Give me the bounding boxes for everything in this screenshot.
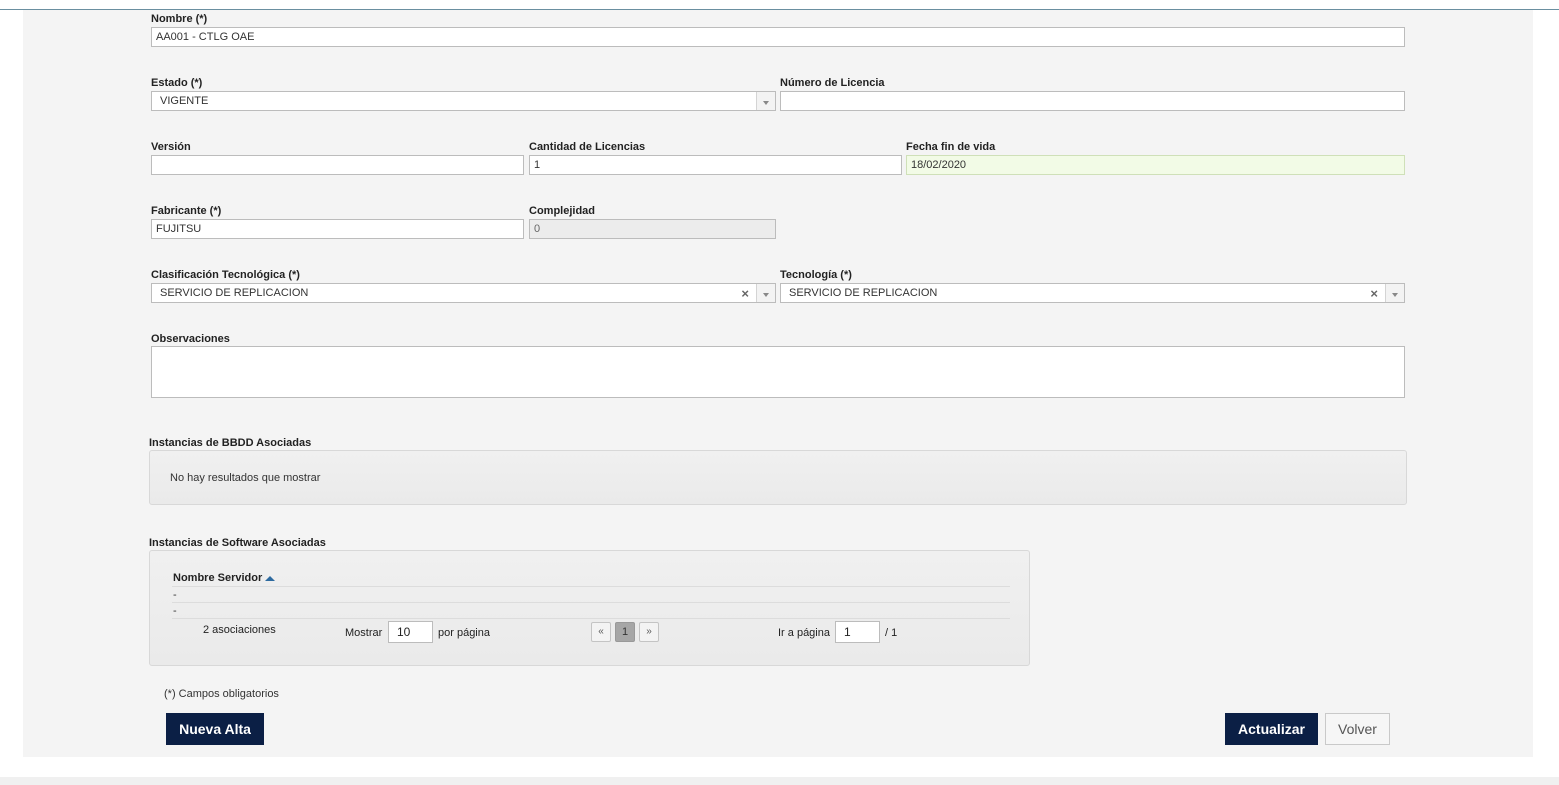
nombre-label: Nombre (*): [151, 13, 208, 25]
column-header-label: Nombre Servidor: [173, 572, 263, 584]
association-count: 2 asociaciones: [203, 624, 276, 636]
clasificacion-label: Clasificación Tecnológica (*): [151, 269, 300, 281]
goto-page-label: Ir a página: [778, 627, 830, 639]
per-page-input[interactable]: [388, 621, 433, 643]
fabricante-input[interactable]: [151, 219, 524, 239]
page-footer-bar: [0, 777, 1559, 785]
fabricante-label: Fabricante (*): [151, 205, 222, 217]
clasificacion-selected-value: SERVICIO DE REPLICACION: [160, 287, 309, 299]
required-fields-note: (*) Campos obligatorios: [164, 688, 279, 700]
cantidad-licencias-label: Cantidad de Licencias: [529, 141, 646, 153]
numero-licencia-input[interactable]: [780, 91, 1405, 111]
version-label: Versión: [151, 141, 191, 153]
table-row: -: [173, 605, 177, 617]
cantidad-licencias-input[interactable]: [529, 155, 902, 175]
sort-asc-icon: [265, 575, 276, 581]
complejidad-input: [529, 219, 776, 239]
chevron-down-icon[interactable]: [1385, 284, 1404, 302]
nombre-input[interactable]: [151, 27, 1405, 47]
show-label: Mostrar: [345, 627, 383, 639]
observaciones-label: Observaciones: [151, 333, 230, 345]
total-pages: / 1: [885, 627, 898, 639]
estado-selected-value: VIGENTE: [160, 95, 209, 107]
tecnologia-select[interactable]: SERVICIO DE REPLICACION ×: [780, 283, 1405, 303]
prev-page-button[interactable]: «: [591, 622, 611, 642]
fecha-fin-vida-label: Fecha fin de vida: [906, 141, 996, 153]
tecnologia-label: Tecnología (*): [780, 269, 852, 281]
estado-label: Estado (*): [151, 77, 203, 89]
software-results-box: Nombre Servidor - - 2 asociaciones Mostr…: [149, 550, 1030, 666]
row-divider: [172, 618, 1010, 619]
numero-licencia-label: Número de Licencia: [780, 77, 885, 89]
chevron-down-icon[interactable]: [756, 284, 775, 302]
table-row: -: [173, 589, 177, 601]
clasificacion-select[interactable]: SERVICIO DE REPLICACION ×: [151, 283, 776, 303]
row-divider: [172, 586, 1010, 587]
volver-button[interactable]: Volver: [1325, 713, 1390, 745]
estado-select[interactable]: VIGENTE: [151, 91, 776, 111]
bbdd-results-box: No hay resultados que mostrar: [149, 450, 1407, 505]
tecnologia-selected-value: SERVICIO DE REPLICACION: [789, 287, 938, 299]
page-1-button[interactable]: 1: [615, 622, 635, 642]
clear-icon[interactable]: ×: [1370, 286, 1378, 301]
complejidad-label: Complejidad: [529, 205, 596, 217]
version-input[interactable]: [151, 155, 524, 175]
per-page-label: por página: [438, 627, 490, 639]
row-divider: [172, 602, 1010, 603]
column-header-nombre-servidor[interactable]: Nombre Servidor: [173, 572, 276, 584]
observaciones-textarea[interactable]: [151, 346, 1405, 398]
actualizar-button[interactable]: Actualizar: [1225, 713, 1318, 745]
goto-page-input[interactable]: [835, 621, 880, 643]
next-page-button[interactable]: »: [639, 622, 659, 642]
bbdd-empty-message: No hay resultados que mostrar: [170, 472, 321, 484]
software-section-title: Instancias de Software Asociadas: [149, 537, 326, 549]
nueva-alta-button[interactable]: Nueva Alta: [166, 713, 264, 745]
fecha-fin-vida-input[interactable]: [906, 155, 1405, 175]
clear-icon[interactable]: ×: [741, 286, 749, 301]
bbdd-section-title: Instancias de BBDD Asociadas: [149, 437, 312, 449]
chevron-down-icon[interactable]: [756, 92, 775, 110]
